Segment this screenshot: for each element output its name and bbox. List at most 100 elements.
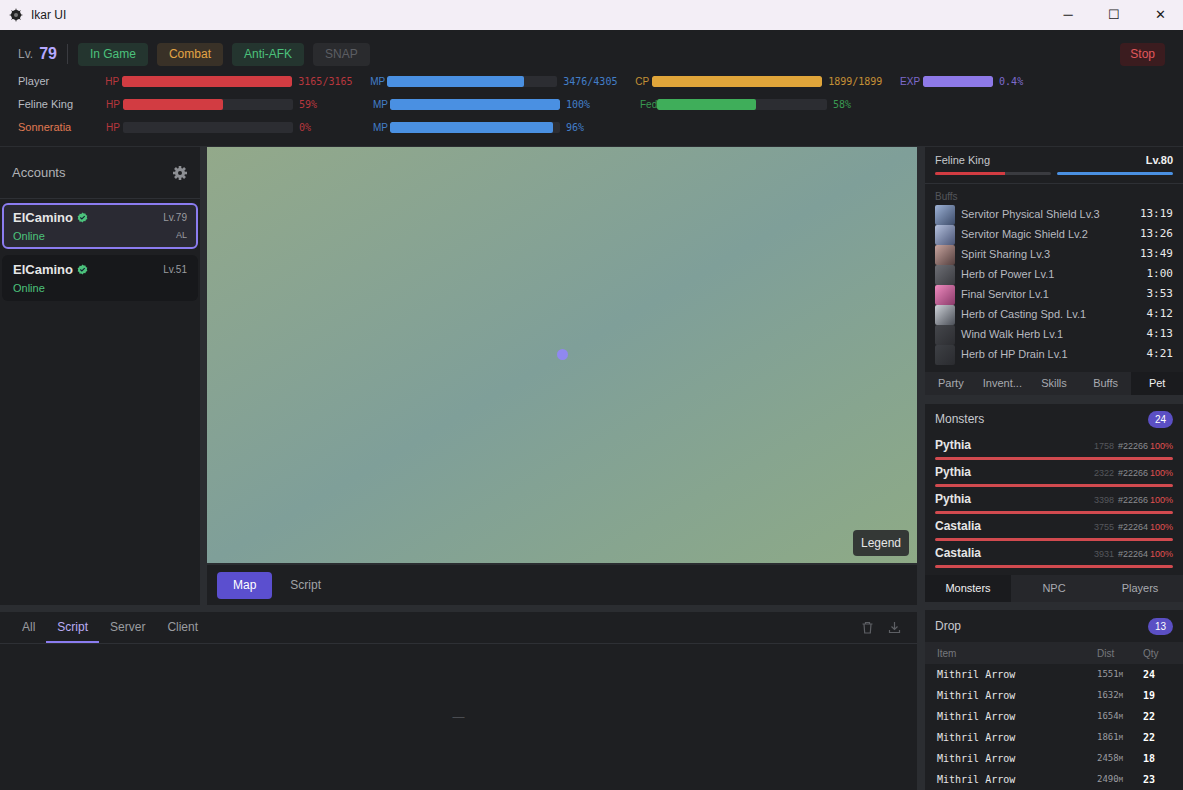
account-card[interactable]: ElCaminoLv.51Online [2,255,198,301]
drop-row[interactable]: Mithril Arrow1861M22 [925,727,1183,748]
legend-button[interactable]: Legend [853,530,909,556]
log-tab[interactable]: Server [99,612,156,643]
verified-icon [77,212,88,223]
drop-column: Dist [1097,646,1143,661]
badge-label: SNAP [325,45,358,63]
drop-row[interactable]: Mithril Arrow1654M22 [925,706,1183,727]
entity-tab[interactable]: NPC [1011,575,1097,602]
account-card[interactable]: ElCaminoLv.79OnlineAL [2,203,198,249]
stat-group: CP1899/1899 [635,74,900,89]
buff-icon [935,265,955,285]
drop-dist: 2490M [1097,773,1143,787]
stat-row: Feline KingHP59%MP100%Fed58% [18,93,1165,116]
status-badge[interactable]: In Game [78,43,148,66]
view-tabs: MapScript [207,565,917,605]
drop-item: Mithril Arrow [937,730,1097,745]
gear-icon[interactable] [172,165,188,181]
log-tab[interactable]: Client [156,612,209,643]
stat-group: HP3165/3165 [105,74,370,89]
drop-row[interactable]: Mithril Arrow2490M23 [925,769,1183,790]
drop-panel: Drop 13 ItemDistQty Mithril Arrow1551M24… [925,610,1183,790]
monster-row[interactable]: Castalia3755#22264100% [925,515,1183,542]
entity-tab[interactable]: Monsters [925,575,1011,602]
monster-row[interactable]: Pythia3398#22266100% [925,488,1183,515]
monster-row[interactable]: Pythia1758#22266100% [925,434,1183,461]
close-button[interactable]: ✕ [1137,0,1183,30]
stat-bar-fill [652,76,822,87]
stat-bar-fill [923,76,993,87]
pet-mp-bar [1057,172,1173,175]
stat-label: MP [373,120,390,135]
view-tab[interactable]: Map [217,572,272,599]
stats: PlayerHP3165/3165MP3476/4305CP1899/1899E… [18,70,1165,139]
drop-item: Mithril Arrow [937,751,1097,766]
stat-bar [387,76,557,87]
buff-time: 1:00 [1147,266,1174,283]
entity-tab[interactable]: Players [1097,575,1183,602]
monster-hp-bar [935,484,1173,487]
stat-bar-fill [122,76,292,87]
stat-group: MP 3476/4305 [370,74,635,89]
drop-dist: 1861M [1097,731,1143,745]
monster-hp: 3931 [1094,548,1114,562]
info-tab[interactable]: Party [925,372,977,395]
stat-label: HP [106,120,123,135]
monsters-panel: Monsters 24 Pythia1758#22266100%Pythia23… [925,404,1183,575]
drop-dist-value: 2490 [1097,773,1119,787]
drop-row[interactable]: Mithril Arrow1551M24 [925,664,1183,685]
status-badge[interactable]: Combat [157,43,223,66]
drop-dist-unit: M [1119,775,1123,786]
log-tab[interactable]: Script [46,612,99,643]
info-tab[interactable]: Skills [1028,372,1080,395]
info-tab[interactable]: Pet [1131,372,1183,395]
stat-value: 3476/4305 [563,74,617,89]
buff-icon [935,285,955,305]
status-badge[interactable]: Anti-AFK [232,43,304,66]
monster-pct: 100% [1150,521,1173,535]
buff-row: Herb of Power Lv.11:00 [935,265,1173,285]
info-tab[interactable]: Buffs [1080,372,1132,395]
monster-pct: 100% [1150,494,1173,508]
drop-dist: 1654M [1097,710,1143,724]
buff-icon [935,345,955,365]
monster-id: #22266 [1118,440,1148,454]
drop-dist: 1632M [1097,689,1143,703]
monster-hp-bar [935,565,1173,568]
map-view[interactable]: Legend [207,147,917,563]
buff-time: 13:26 [1140,226,1173,243]
view-tab[interactable]: Script [278,572,333,599]
maximize-button[interactable]: ☐ [1091,0,1137,30]
log-tab[interactable]: All [11,612,46,643]
info-tab[interactable]: Invent... [977,372,1029,395]
stat-name: Sonneratia [18,119,106,136]
monster-hp: 2322 [1094,467,1114,481]
monster-name: Pythia [935,490,1094,508]
account-name: ElCamino [13,260,73,280]
drop-dist-unit: M [1119,670,1123,681]
stat-value: 59% [299,97,317,112]
pet-mp-fill [1057,172,1173,175]
stat-label: CP [635,74,652,89]
drop-dist-unit: M [1119,733,1123,744]
drop-item: Mithril Arrow [937,772,1097,787]
drop-qty: 22 [1143,730,1171,745]
stop-button[interactable]: Stop [1120,43,1165,66]
buff-icon [935,245,955,265]
drop-dist-unit: M [1119,712,1123,723]
minimize-button[interactable]: ─ [1045,0,1091,30]
badge-label: In Game [90,45,136,63]
drop-row[interactable]: Mithril Arrow1632M19 [925,685,1183,706]
header: Lv. 79 In GameCombatAnti-AFKSNAP Stop Pl… [0,30,1183,146]
stat-value: 96% [566,120,584,135]
drop-row[interactable]: Mithril Arrow2458M18 [925,748,1183,769]
player-marker [557,349,568,360]
monster-row[interactable]: Pythia2322#22266100% [925,461,1183,488]
monster-row[interactable]: Castalia3931#22264100% [925,542,1183,569]
trash-icon[interactable] [861,621,874,634]
monster-hp-fill [935,565,1173,568]
drop-dist-value: 1632 [1097,689,1119,703]
download-icon[interactable] [888,621,901,634]
stat-label: MP [370,74,387,89]
info-tabs: PartyInvent...SkillsBuffsPet [925,372,1183,395]
window-controls: ─☐✕ [1045,0,1183,30]
